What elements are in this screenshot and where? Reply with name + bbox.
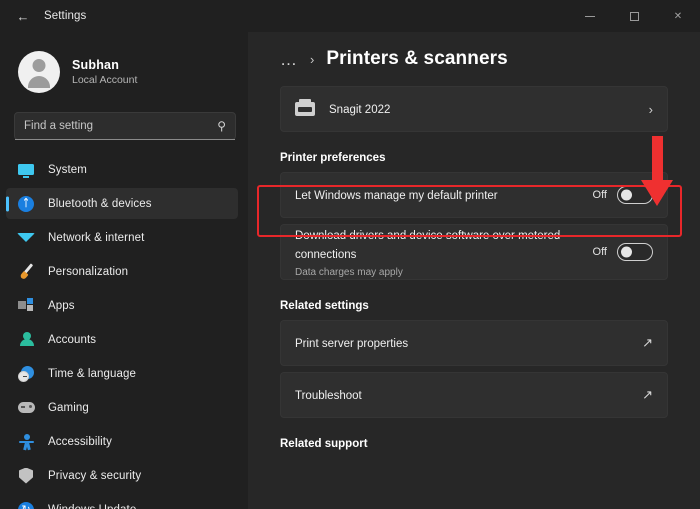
print-server-properties-card: Print server properties ↗ [280, 320, 668, 366]
user-profile[interactable]: Subhan Local Account [0, 40, 248, 98]
update-refresh-icon: ↻ [16, 501, 36, 509]
toggle-state-label: Off [593, 189, 607, 201]
sidebar-item-personalization[interactable]: Personalization [6, 256, 238, 287]
sidebar-item-label: Personalization [48, 266, 128, 278]
search-icon: ⚲ [217, 119, 226, 133]
maximize-button[interactable] [612, 0, 656, 32]
sidebar-item-label: Windows Update [48, 504, 136, 509]
sidebar-item-label: Apps [48, 300, 75, 312]
download-drivers-metered-toggle[interactable]: Off [593, 243, 653, 261]
download-drivers-metered-row[interactable]: Download drivers and device software ove… [281, 225, 667, 279]
setting-sublabel: Data charges may apply [295, 267, 583, 278]
bluetooth-icon: ᛏ [16, 195, 36, 213]
breadcrumb-overflow-button[interactable]: … [280, 51, 298, 68]
person-icon [16, 331, 36, 349]
print-server-properties-row[interactable]: Print server properties ↗ [281, 321, 667, 365]
setting-label: Let Windows manage my default printer [295, 190, 498, 202]
troubleshoot-card: Troubleshoot ↗ [280, 372, 668, 418]
breadcrumb: … › Printers & scanners [272, 32, 676, 86]
printer-preferences-heading: Printer preferences [272, 138, 676, 172]
sidebar-item-network-internet[interactable]: Network & internet [6, 222, 238, 253]
main-content: … › Printers & scanners Snagit 2022 › Pr… [248, 32, 700, 509]
related-support-heading: Related support [272, 424, 676, 458]
let-windows-manage-default-printer-toggle[interactable]: Off [593, 186, 653, 204]
default-printer-card: Let Windows manage my default printer Of… [280, 172, 668, 218]
printer-card: Snagit 2022 › [280, 86, 668, 132]
minimize-icon [585, 16, 595, 17]
sidebar-item-accounts[interactable]: Accounts [6, 324, 238, 355]
sidebar-item-label: System [48, 164, 87, 176]
close-button[interactable]: ✕ [656, 0, 700, 32]
chevron-right-icon: › [649, 102, 653, 117]
breadcrumb-separator-icon: › [310, 52, 314, 67]
sidebar-item-bluetooth-devices[interactable]: ᛏ Bluetooth & devices [6, 188, 238, 219]
sidebar: Subhan Local Account ⚲ System ᛏ Bluetoot… [0, 32, 248, 509]
toggle-state-label: Off [593, 246, 607, 258]
printer-row-snagit[interactable]: Snagit 2022 › [281, 87, 667, 131]
printer-name: Snagit 2022 [329, 104, 390, 116]
maximize-icon [630, 12, 639, 21]
toggle-switch[interactable] [617, 243, 653, 261]
sidebar-item-label: Time & language [48, 368, 136, 380]
sidebar-item-windows-update[interactable]: ↻ Windows Update [6, 494, 238, 509]
avatar [18, 51, 60, 93]
shield-icon [16, 467, 36, 485]
apps-grid-icon [16, 297, 36, 315]
sidebar-item-label: Accessibility [48, 436, 112, 448]
related-settings-heading: Related settings [272, 286, 676, 320]
page-title: Printers & scanners [326, 48, 507, 70]
monitor-icon [16, 161, 36, 179]
sidebar-item-label: Accounts [48, 334, 96, 346]
metered-drivers-card: Download drivers and device software ove… [280, 224, 668, 280]
paintbrush-icon [16, 263, 36, 281]
close-icon: ✕ [674, 11, 682, 22]
settings-window: ← Settings ✕ Subhan Local Account ⚲ [0, 0, 700, 509]
profile-account-type: Local Account [72, 74, 137, 86]
sidebar-item-apps[interactable]: Apps [6, 290, 238, 321]
sidebar-item-label: Privacy & security [48, 470, 141, 482]
sidebar-item-label: Network & internet [48, 232, 144, 244]
search-input[interactable] [24, 120, 213, 132]
sidebar-item-accessibility[interactable]: Accessibility [6, 426, 238, 457]
window-controls: ✕ [568, 0, 700, 32]
troubleshoot-row[interactable]: Troubleshoot ↗ [281, 373, 667, 417]
toggle-switch[interactable] [617, 186, 653, 204]
sidebar-item-system[interactable]: System [6, 154, 238, 185]
back-button[interactable]: ← [8, 3, 38, 29]
back-arrow-icon: ← [17, 10, 30, 23]
minimize-button[interactable] [568, 0, 612, 32]
sidebar-item-time-language[interactable]: Time & language [6, 358, 238, 389]
let-windows-manage-default-printer-row[interactable]: Let Windows manage my default printer Of… [281, 173, 667, 217]
selection-indicator [6, 196, 9, 211]
search-box[interactable]: ⚲ [14, 112, 236, 140]
title-bar: ← Settings ✕ [0, 0, 700, 32]
link-label: Troubleshoot [295, 390, 362, 402]
gamepad-icon [16, 399, 36, 417]
sidebar-item-gaming[interactable]: Gaming [6, 392, 238, 423]
sidebar-nav: System ᛏ Bluetooth & devices Network & i… [0, 154, 248, 509]
link-label: Print server properties [295, 338, 408, 350]
printer-icon [295, 102, 315, 116]
sidebar-item-label: Gaming [48, 402, 89, 414]
sidebar-item-privacy-security[interactable]: Privacy & security [6, 460, 238, 491]
accessibility-icon [16, 433, 36, 451]
profile-name: Subhan [72, 58, 137, 72]
external-link-icon: ↗ [642, 335, 653, 351]
sidebar-item-label: Bluetooth & devices [48, 198, 152, 210]
app-title: Settings [44, 10, 86, 22]
external-link-icon: ↗ [642, 387, 653, 403]
setting-label: Download drivers and device software ove… [295, 230, 560, 261]
clock-globe-icon [16, 365, 36, 383]
wifi-icon [16, 229, 36, 247]
